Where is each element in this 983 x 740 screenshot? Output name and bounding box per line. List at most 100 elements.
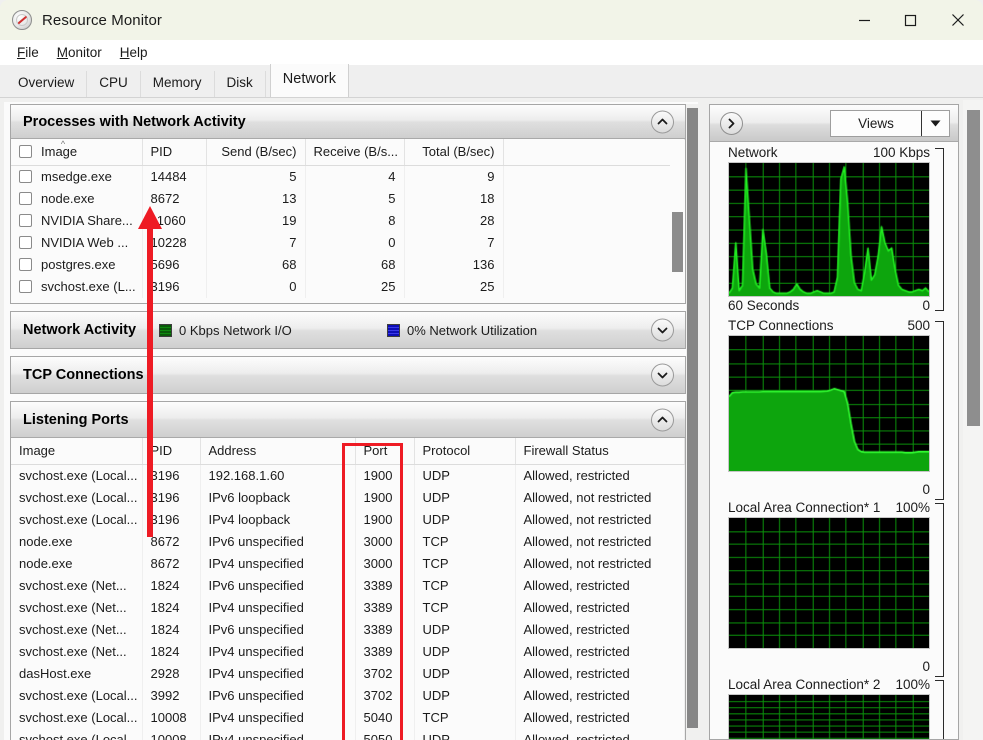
col-port[interactable]: Port — [355, 438, 415, 465]
cell-receive: 0 — [305, 232, 405, 254]
cell-firewall-status: Allowed, restricted — [515, 707, 685, 729]
chevron-down-icon[interactable] — [651, 363, 674, 387]
table-row[interactable]: svchost.exe (Net... 1824 IPv4 unspecified 3… — [11, 597, 685, 619]
table-row[interactable]: svchost.exe (Net... 1824 IPv4 unspecified 3… — [11, 641, 685, 663]
views-button-label: Views — [858, 116, 894, 131]
row-checkbox[interactable] — [19, 236, 32, 249]
scrollbar-thumb[interactable] — [672, 212, 683, 272]
cell-port: 5050 — [355, 729, 415, 740]
chevron-up-icon[interactable] — [651, 110, 674, 133]
table-row[interactable]: node.exe 8672 13 5 18 — [11, 188, 685, 210]
cell-address: IPv4 loopback — [200, 509, 356, 531]
table-row[interactable]: node.exe 8672 IPv6 unspecified 3000 TCP Allow… — [11, 531, 685, 553]
cell-image: msedge.exe — [11, 165, 143, 188]
listening-ports-section-header[interactable]: Listening Ports — [11, 402, 685, 438]
table-row[interactable]: svchost.exe (Local... 3196 IPv6 loopback 19… — [11, 487, 685, 509]
close-button[interactable] — [933, 0, 983, 40]
processes-section-header[interactable]: Processes with Network Activity — [11, 105, 685, 139]
cell-port: 3702 — [355, 685, 415, 707]
cell-total: 7 — [404, 232, 504, 254]
processes-section-title: Processes with Network Activity — [23, 113, 246, 130]
row-checkbox[interactable] — [19, 170, 32, 183]
cell-filler — [503, 232, 685, 254]
table-row[interactable]: NVIDIA Web ... 10228 7 0 7 — [11, 232, 685, 254]
col-image[interactable]: ^ Image — [11, 139, 143, 166]
caret-down-icon[interactable] — [921, 111, 949, 136]
cell-protocol: UDP — [414, 464, 516, 487]
select-all-checkbox[interactable] — [19, 145, 32, 158]
cell-port: 3000 — [355, 531, 415, 553]
tcp-connections-section-header[interactable]: TCP Connections — [11, 357, 685, 393]
table-row[interactable]: svchost.exe (Local... 3196 192.168.1.60 190… — [11, 464, 685, 487]
tab-network[interactable]: Network — [269, 64, 349, 97]
tab-cpu[interactable]: CPU — [87, 71, 141, 97]
cell-port: 5040 — [355, 707, 415, 729]
scrollbar-thumb[interactable] — [687, 108, 698, 728]
cell-receive: 8 — [305, 210, 405, 232]
table-row[interactable]: svchost.exe (Local... 10008 IPv4 unspecifi… — [11, 707, 685, 729]
table-row[interactable]: svchost.exe (L... 3196 0 25 25 — [11, 276, 685, 298]
window-scrollbar[interactable] — [963, 100, 983, 740]
chevron-up-icon[interactable] — [651, 408, 674, 431]
network-activity-section-header[interactable]: Network Activity 0 Kbps Network I/O 0% N… — [11, 312, 685, 348]
cell-address: IPv6 unspecified — [200, 619, 356, 641]
graph-network: Network 100 Kbps 60 Seconds 0 — [710, 142, 958, 313]
col-image[interactable]: Image — [11, 438, 143, 465]
col-pid[interactable]: PID — [142, 139, 207, 166]
graphs-list: Network 100 Kbps 60 Seconds 0 TCP Connec… — [710, 142, 958, 739]
table-row[interactable]: svchost.exe (Net... 1824 IPv6 unspecified 3… — [11, 575, 685, 597]
tcp-connections-section-title: TCP Connections — [23, 367, 144, 383]
tab-memory[interactable]: Memory — [141, 71, 215, 97]
cell-pid: 10008 — [142, 707, 201, 729]
sort-ascending-icon: ^ — [60, 139, 66, 149]
table-row[interactable]: svchost.exe (Local... 3196 IPv4 loopback 19… — [11, 509, 685, 531]
cell-receive: 68 — [305, 254, 405, 276]
scrollbar-thumb[interactable] — [967, 110, 980, 426]
col-receive[interactable]: Receive (B/s... — [305, 139, 405, 166]
table-row[interactable]: svchost.exe (Local... 3992 IPv6 unspecifie… — [11, 685, 685, 707]
cell-image: NVIDIA Web ... — [11, 232, 143, 254]
minimize-button[interactable] — [841, 0, 887, 40]
chevron-right-circle-icon[interactable] — [720, 111, 743, 135]
table-row[interactable]: postgres.exe 5696 68 68 136 — [11, 254, 685, 276]
cell-firewall-status: Allowed, not restricted — [515, 553, 685, 575]
menu-file[interactable]: File — [8, 43, 48, 62]
col-firewall-status[interactable]: Firewall Status — [515, 438, 685, 465]
graph-tcp-ymin: 0 — [922, 482, 930, 498]
cell-total: 136 — [404, 254, 504, 276]
row-checkbox[interactable] — [19, 280, 32, 293]
chevron-down-icon[interactable] — [651, 318, 674, 342]
processes-table: ^ Image PID Send (B/sec) Receive (B/s... … — [11, 139, 685, 298]
tab-overview[interactable]: Overview — [6, 71, 88, 97]
table-row[interactable]: msedge.exe 14484 5 4 9 — [11, 165, 685, 188]
left-panel-scrollbar[interactable] — [686, 104, 699, 740]
cell-image: svchost.exe (Net... — [11, 641, 143, 663]
tab-disk[interactable]: Disk — [215, 71, 266, 97]
graph-lac2-ymax: 100% — [895, 676, 930, 692]
views-button[interactable]: Views — [830, 110, 950, 137]
table-row[interactable]: dasHost.exe 2928 IPv4 unspecified 3702 UDP Al… — [11, 663, 685, 685]
listening-ports-table: Image PID Address Port Protocol Firewall… — [11, 438, 685, 740]
menu-help[interactable]: Help — [111, 43, 157, 62]
row-checkbox[interactable] — [19, 214, 32, 227]
cell-image: NVIDIA Share... — [11, 210, 143, 232]
table-row[interactable]: NVIDIA Share... 11060 19 8 28 — [11, 210, 685, 232]
cell-address: IPv6 loopback — [200, 487, 356, 509]
cell-pid: 1824 — [142, 641, 201, 663]
tcp-connections-graph-canvas — [728, 334, 930, 473]
row-checkbox[interactable] — [19, 192, 32, 205]
row-checkbox[interactable] — [19, 258, 32, 271]
table-row[interactable]: node.exe 8672 IPv4 unspecified 3000 TCP Allow… — [11, 553, 685, 575]
col-total[interactable]: Total (B/sec) — [404, 139, 504, 166]
processes-table-scrollbar[interactable] — [670, 140, 685, 303]
table-row[interactable]: svchost.exe (Net... 1824 IPv6 unspecified 3… — [11, 619, 685, 641]
table-row[interactable]: svchost.exe (Local... 10008 IPv4 unspecifi… — [11, 729, 685, 740]
col-address[interactable]: Address — [200, 438, 356, 465]
maximize-button[interactable] — [887, 0, 933, 40]
col-send[interactable]: Send (B/sec) — [206, 139, 306, 166]
menu-monitor[interactable]: Monitor — [48, 43, 111, 62]
col-protocol[interactable]: Protocol — [414, 438, 516, 465]
cell-firewall-status: Allowed, restricted — [515, 575, 685, 597]
cell-total: 18 — [404, 188, 504, 210]
graph-network-xlabel: 60 Seconds — [728, 297, 800, 313]
